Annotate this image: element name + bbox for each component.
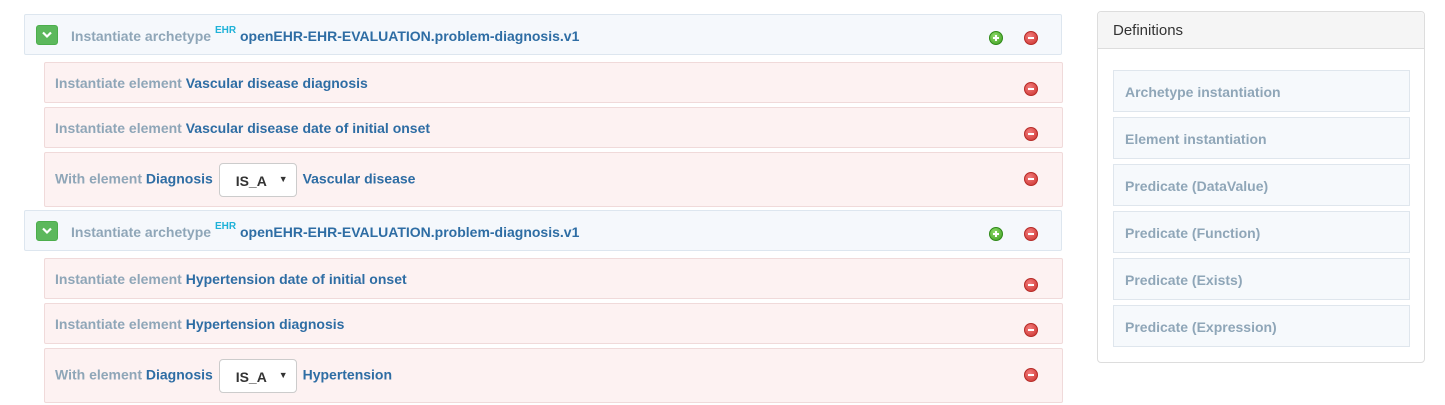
chevron-down-icon [42, 227, 52, 235]
remove-archetype-button[interactable] [1024, 227, 1038, 241]
predicate-value[interactable]: Hypertension [303, 367, 392, 383]
add-element-button[interactable] [989, 31, 1003, 45]
element-prefix: Instantiate element [55, 120, 182, 136]
element-prefix: Instantiate element [55, 75, 182, 91]
element-name[interactable]: Vascular disease date of initial onset [186, 120, 430, 136]
definition-item-archetype-instantiation[interactable]: Archetype instantiation [1113, 70, 1410, 112]
ehr-badge: EHR [214, 221, 237, 232]
remove-element-button[interactable] [1024, 323, 1038, 337]
definition-item-predicate-expression[interactable]: Predicate (Expression) [1113, 305, 1410, 347]
add-element-button[interactable] [989, 227, 1003, 241]
archetype-name[interactable]: openEHR-EHR-EVALUATION.problem-diagnosis… [240, 224, 579, 240]
element-row: Instantiate element Hypertension diagnos… [44, 303, 1063, 344]
element-prefix: Instantiate element [55, 316, 182, 332]
element-row: Instantiate element Hypertension date of… [44, 258, 1063, 299]
predicate-prefix: With element [55, 366, 142, 383]
archetype-row: Instantiate archetype EHR openEHR-EHR-EV… [24, 210, 1062, 251]
operator-select[interactable]: IS_A ▼ [218, 163, 297, 197]
element-row: Instantiate element Vascular disease dia… [44, 62, 1063, 103]
operator-value: IS_A [235, 173, 267, 189]
archetype-prefix: Instantiate archetype [71, 28, 212, 44]
predicate-element[interactable]: Diagnosis [146, 171, 213, 187]
ehr-badge: EHR [214, 25, 237, 36]
predicate-prefix: With element [55, 170, 142, 187]
predicate-element[interactable]: Diagnosis [146, 367, 213, 383]
remove-element-button[interactable] [1024, 278, 1038, 292]
predicate-row: With element Diagnosis IS_A ▼ Vascular d… [44, 152, 1063, 207]
archetype-prefix: Instantiate archetype [71, 224, 212, 240]
remove-element-button[interactable] [1024, 82, 1038, 96]
collapse-toggle-button[interactable] [36, 221, 58, 241]
element-row: Instantiate element Vascular disease dat… [44, 107, 1063, 148]
definitions-title: Definitions [1098, 12, 1424, 49]
definition-item-predicate-exists[interactable]: Predicate (Exists) [1113, 258, 1410, 300]
definition-item-predicate-function[interactable]: Predicate (Function) [1113, 211, 1410, 253]
definitions-panel: Definitions Archetype instantiation Elem… [1097, 11, 1425, 363]
predicate-value[interactable]: Vascular disease [303, 171, 416, 187]
element-prefix: Instantiate element [55, 271, 182, 287]
remove-archetype-button[interactable] [1024, 31, 1038, 45]
collapse-toggle-button[interactable] [36, 25, 58, 45]
archetype-row: Instantiate archetype EHR openEHR-EHR-EV… [24, 14, 1062, 55]
caret-down-icon: ▼ [278, 174, 288, 184]
element-name[interactable]: Hypertension date of initial onset [186, 271, 407, 287]
element-name[interactable]: Vascular disease diagnosis [186, 75, 368, 91]
predicate-row: With element Diagnosis IS_A ▼ Hypertensi… [44, 348, 1063, 403]
caret-down-icon: ▼ [278, 370, 288, 380]
definition-item-predicate-datavalue[interactable]: Predicate (DataValue) [1113, 164, 1410, 206]
remove-element-button[interactable] [1024, 127, 1038, 141]
remove-predicate-button[interactable] [1024, 368, 1038, 382]
archetype-name[interactable]: openEHR-EHR-EVALUATION.problem-diagnosis… [240, 28, 579, 44]
remove-predicate-button[interactable] [1024, 172, 1038, 186]
operator-select[interactable]: IS_A ▼ [218, 359, 297, 393]
chevron-down-icon [42, 31, 52, 39]
operator-value: IS_A [235, 369, 267, 385]
element-name[interactable]: Hypertension diagnosis [186, 316, 345, 332]
definition-item-element-instantiation[interactable]: Element instantiation [1113, 117, 1410, 159]
